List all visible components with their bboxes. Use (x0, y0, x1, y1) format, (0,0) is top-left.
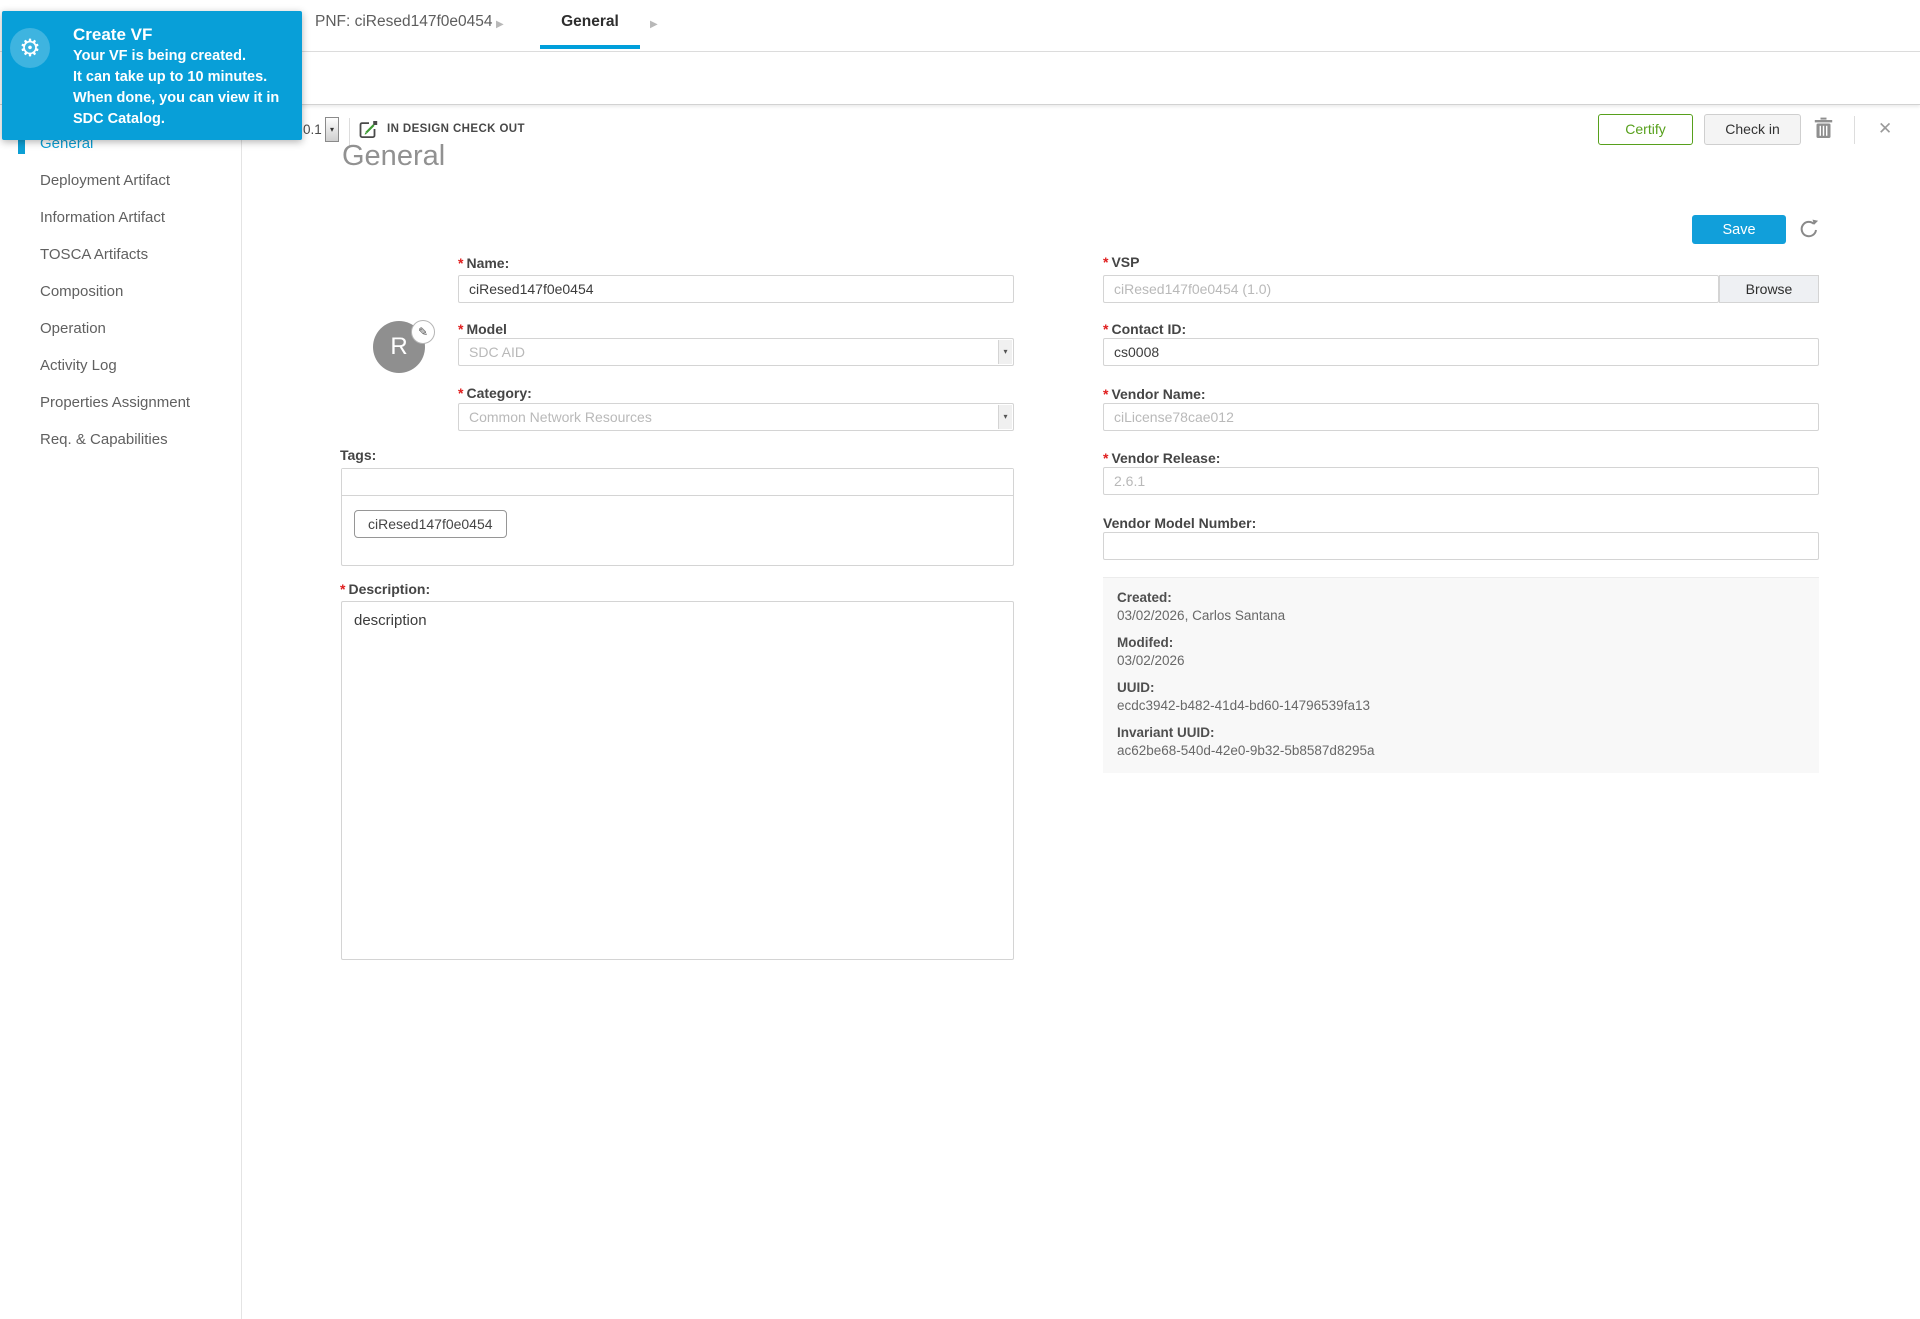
toast-title: Create VF (73, 25, 152, 45)
vendor-name-input (1103, 403, 1819, 431)
meta-uuid: UUID: ecdc3942-b482-41d4-bd60-14796539fa… (1117, 679, 1805, 715)
description-label: *Description: (340, 581, 430, 597)
refresh-icon (1797, 217, 1821, 241)
meta-modified: Modifed: 03/02/2026 (1117, 634, 1805, 670)
vendor-release-input (1103, 467, 1819, 495)
sidebar-item-properties-assignment[interactable]: Properties Assignment (0, 384, 242, 421)
metadata-panel: Created: 03/02/2026, Carlos Santana Modi… (1103, 577, 1819, 773)
tags-widget: ciResed147f0e0454 (341, 468, 1014, 566)
sidebar-item-composition[interactable]: Composition (0, 273, 242, 310)
caret-right-icon: ▶ (496, 19, 504, 30)
contact-id-input[interactable] (1103, 338, 1819, 366)
tag-chip[interactable]: ciResed147f0e0454 (354, 510, 507, 538)
gear-icon: ⚙ (10, 28, 50, 68)
tags-input[interactable] (342, 469, 1013, 496)
browse-button[interactable]: Browse (1719, 275, 1819, 303)
required-asterisk: * (1103, 450, 1108, 466)
category-select: Common Network Resources ▾ (458, 403, 1014, 431)
toast-line: SDC Catalog. (73, 111, 165, 127)
sidebar-item-tosca-artifacts[interactable]: TOSCA Artifacts (0, 236, 242, 273)
vsp-input (1103, 275, 1719, 303)
required-asterisk: * (458, 321, 463, 337)
version-select[interactable]: ▾ (325, 117, 339, 142)
left-sidebar: General Deployment Artifact Information … (0, 105, 242, 1319)
check-in-button[interactable]: Check in (1704, 114, 1801, 145)
edit-avatar-pencil-icon[interactable]: ✎ (411, 320, 435, 344)
required-asterisk: * (458, 385, 463, 401)
required-asterisk: * (1103, 321, 1108, 337)
tags-label: Tags: (340, 447, 376, 463)
page-title: General (342, 140, 445, 173)
version-value: 0.1 (303, 122, 322, 137)
vendor-name-label: *Vendor Name: (1103, 386, 1206, 402)
trash-icon (1814, 117, 1833, 140)
required-asterisk: * (340, 581, 345, 597)
tab-general[interactable]: General (540, 13, 640, 31)
name-label: *Name: (458, 255, 509, 271)
description-textarea[interactable]: description (341, 601, 1014, 960)
toast-line: When done, you can view it in (73, 90, 279, 106)
meta-invariant-uuid: Invariant UUID: ac62be68-540d-42e0-9b32-… (1117, 724, 1805, 760)
create-vf-toast: ⚙ Create VF Your VF is being created. It… (2, 11, 302, 140)
close-icon[interactable]: ✕ (1878, 119, 1892, 139)
caret-right-icon: ▶ (650, 19, 658, 30)
certify-button[interactable]: Certify (1598, 114, 1693, 145)
contact-id-label: *Contact ID: (1103, 321, 1186, 337)
sidebar-item-activity-log[interactable]: Activity Log (0, 347, 242, 384)
vsp-label: *VSP (1103, 254, 1139, 270)
required-asterisk: * (458, 255, 463, 271)
model-label: *Model (458, 321, 507, 337)
vendor-release-label: *Vendor Release: (1103, 450, 1220, 466)
name-input[interactable] (458, 275, 1014, 303)
chevron-down-icon: ▾ (998, 405, 1012, 429)
meta-created: Created: 03/02/2026, Carlos Santana (1117, 589, 1805, 625)
sidebar-item-information-artifact[interactable]: Information Artifact (0, 199, 242, 236)
chevron-down-icon: ▾ (998, 340, 1012, 364)
checkout-pencil-icon (358, 119, 379, 140)
sidebar-item-deployment-artifact[interactable]: Deployment Artifact (0, 162, 242, 199)
save-button[interactable]: Save (1692, 215, 1786, 244)
model-select: SDC AID ▾ (458, 338, 1014, 366)
breadcrumb-pnf[interactable]: PNF: ciResed147f0e0454 (315, 13, 493, 31)
divider (1854, 116, 1855, 144)
sidebar-item-operation[interactable]: Operation (0, 310, 242, 347)
active-tab-underline (540, 45, 640, 49)
vendor-model-number-label: Vendor Model Number: (1103, 515, 1256, 531)
sidebar-item-req-capabilities[interactable]: Req. & Capabilities (0, 421, 242, 458)
sidebar-menu: General Deployment Artifact Information … (0, 125, 242, 458)
delete-button[interactable] (1814, 117, 1833, 143)
required-asterisk: * (1103, 254, 1108, 270)
toast-line: It can take up to 10 minutes. (73, 69, 267, 85)
required-asterisk: * (1103, 386, 1108, 402)
lifecycle-state-label: IN DESIGN CHECK OUT (387, 123, 525, 135)
toast-line: Your VF is being created. (73, 48, 246, 64)
vendor-model-number-input[interactable] (1103, 532, 1819, 560)
refresh-button[interactable] (1796, 217, 1822, 243)
category-label: *Category: (458, 385, 532, 401)
